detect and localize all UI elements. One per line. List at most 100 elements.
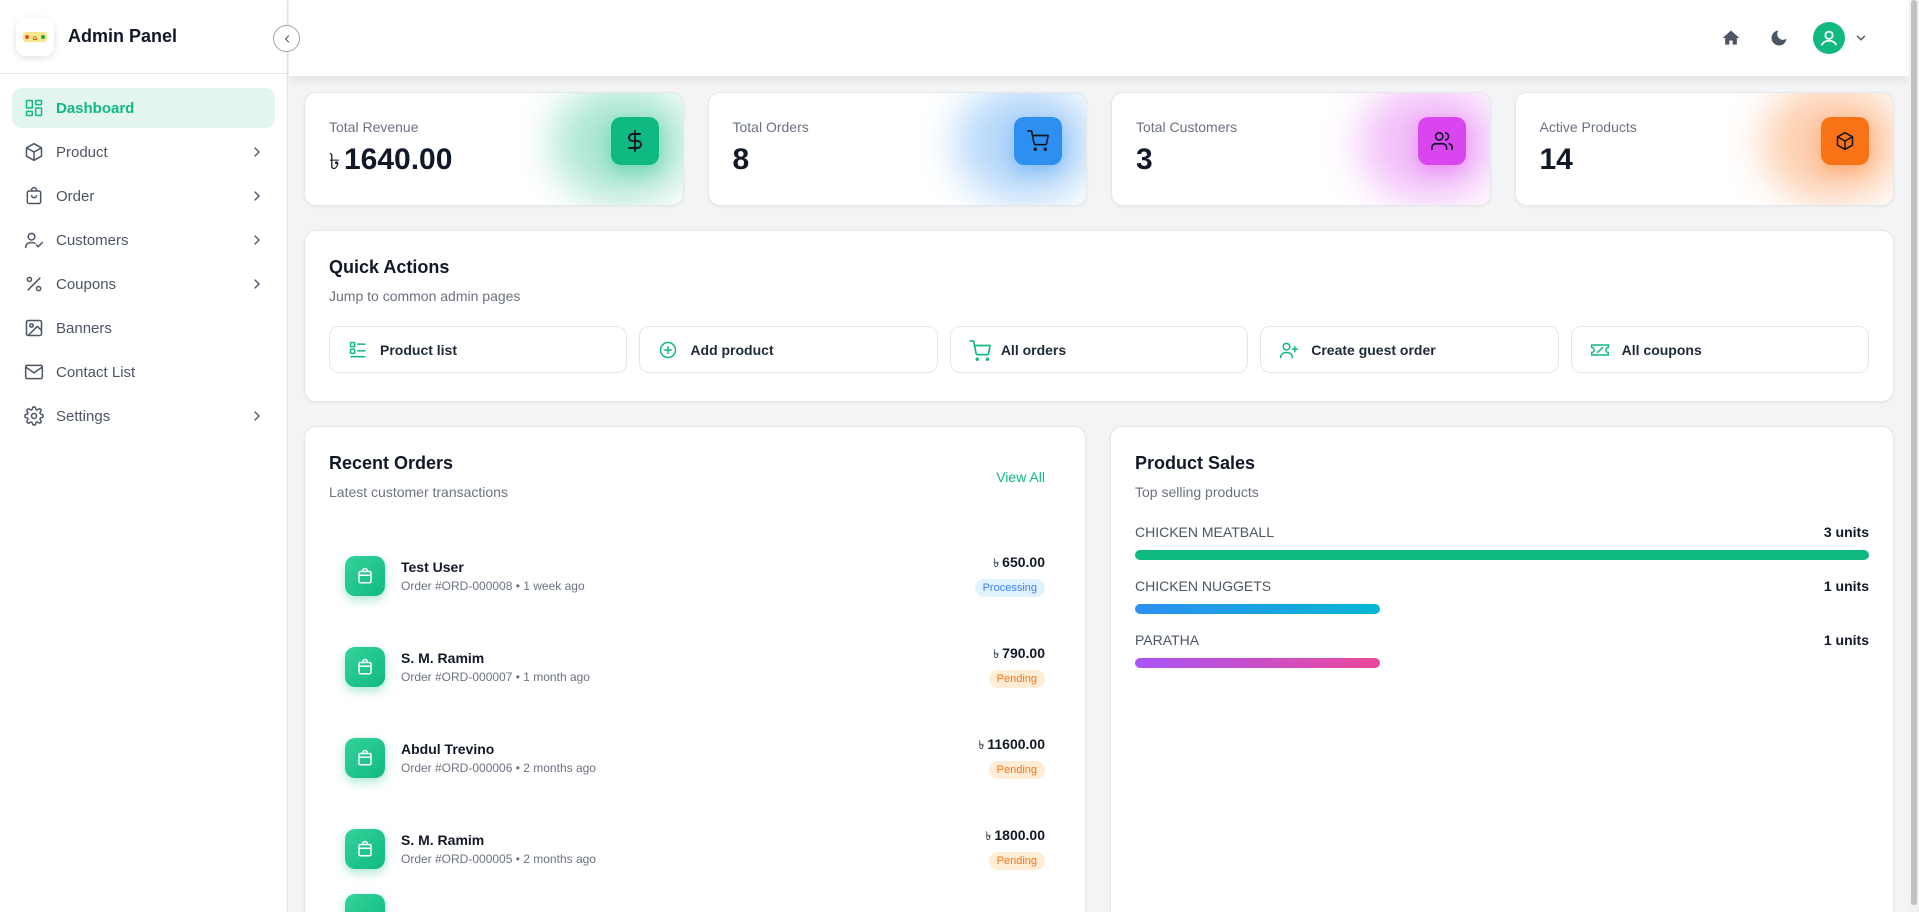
sale-item: CHICKEN MEATBALL 3 units xyxy=(1135,524,1869,560)
quick-action-all-orders[interactable]: All orders xyxy=(949,326,1249,373)
customer-name: S. M. Ramim xyxy=(401,649,485,666)
view-all-link[interactable]: View All xyxy=(996,469,1045,485)
stat-number: 8 xyxy=(732,143,750,176)
top-header xyxy=(289,0,1909,76)
order-row[interactable]: Abdul Trevino Order #ORD-000006 • 2 month… xyxy=(345,712,1045,803)
order-info: S. M. Ramim Order #ORD-000005 • 2 months … xyxy=(401,832,985,866)
shopping-bag-icon xyxy=(24,186,44,206)
customer-name: S. M. Ramim xyxy=(401,831,485,848)
sidebar-item-label: Customers xyxy=(56,231,129,249)
sale-bar xyxy=(1135,550,1869,560)
sale-product-name: PARATHA xyxy=(1135,632,1200,648)
sidebar-item-banners[interactable]: Banners xyxy=(12,308,275,348)
quick-actions-card: Quick Actions Jump to common admin pages… xyxy=(304,230,1894,402)
order-amount: ৳ 11600.00 xyxy=(978,736,1045,757)
cart-icon xyxy=(1014,117,1062,165)
order-summary: ৳ 790.00 Pending xyxy=(988,645,1045,688)
sale-units: 1 units xyxy=(1823,632,1869,648)
stats-row: Total Revenue ৳ 1640.00 Total Orders 8 Total … xyxy=(304,92,1894,206)
quick-action-product-list[interactable]: Product list xyxy=(329,326,628,373)
sale-item: CHICKEN NUGGETS 1 units xyxy=(1135,578,1869,614)
sale-units: 3 units xyxy=(1823,524,1869,540)
amount-value: 1800.00 xyxy=(994,827,1045,843)
users-icon xyxy=(1417,117,1466,165)
quick-action-all-coupons[interactable]: All coupons xyxy=(1570,326,1870,373)
order-info: Abdul Trevino Order #ORD-000006 • 2 month… xyxy=(401,741,978,775)
brand: ⌂ Admin Panel xyxy=(0,0,287,74)
shopping-bag-icon xyxy=(345,555,385,596)
recent-orders-card: Recent Orders Latest customer transactio… xyxy=(304,426,1086,912)
dollar-icon xyxy=(610,117,659,165)
dark-mode-icon[interactable] xyxy=(1765,24,1793,52)
sale-bar-track xyxy=(1135,604,1869,614)
quick-action-label: Product list xyxy=(380,341,458,358)
shopping-bag-icon xyxy=(345,894,385,912)
cart-icon xyxy=(968,339,991,361)
amount-value: 11600.00 xyxy=(987,736,1045,752)
chevron-right-icon xyxy=(249,232,265,248)
sidebar-item-label: Settings xyxy=(56,407,111,425)
recent-orders-subtitle: Latest customer transactions xyxy=(329,484,508,500)
order-meta: Order #ORD-000007 • 1 month ago xyxy=(401,669,590,684)
sale-product-name: CHICKEN NUGGETS xyxy=(1135,578,1272,594)
brand-logo[interactable]: ⌂ xyxy=(16,17,54,56)
chevron-down-icon[interactable] xyxy=(1853,24,1869,52)
amount-value: 790.00 xyxy=(1002,645,1045,661)
quick-action-label: All orders xyxy=(1000,341,1067,358)
sidebar-item-label: Contact List xyxy=(56,363,136,381)
stat-number: 14 xyxy=(1539,143,1573,176)
status-badge: Pending xyxy=(988,852,1045,870)
plus-circle-icon xyxy=(658,340,678,360)
product-sales-list: CHICKEN MEATBALL 3 units CHICKEN NUGGETS 1 … xyxy=(1135,524,1869,668)
sidebar-item-coupons[interactable]: Coupons xyxy=(12,264,275,304)
page-scrollbar[interactable] xyxy=(1909,0,1919,912)
status-badge: Pending xyxy=(988,761,1045,779)
sale-item: PARATHA 1 units xyxy=(1135,632,1869,668)
sidebar-item-order[interactable]: Order xyxy=(12,176,275,216)
sidebar: ⌂ Admin Panel Dashboard Product Order Custo… xyxy=(0,0,288,912)
gear-icon xyxy=(24,406,44,426)
stat-card-active-products: Active Products 14 xyxy=(1514,92,1894,206)
customer-name: Abdul Trevino xyxy=(401,740,495,757)
user-avatar[interactable] xyxy=(1813,22,1845,54)
sidebar-item-settings[interactable]: Settings xyxy=(12,396,275,436)
sidebar-item-contact-list[interactable]: Contact List xyxy=(12,352,275,392)
collapse-sidebar-button[interactable] xyxy=(273,25,300,52)
quick-action-add-product[interactable]: Add product xyxy=(639,326,938,373)
quick-actions-row: Product list Add product All orders Create … xyxy=(329,326,1870,373)
dashboard-icon xyxy=(24,98,44,118)
order-row[interactable]: S. M. Ramim Order #ORD-000007 • 1 month a… xyxy=(345,621,1045,712)
order-summary: ৳ 1800.00 Pending xyxy=(985,827,1045,870)
box-icon xyxy=(24,142,44,162)
sale-product-name: CHICKEN MEATBALL xyxy=(1135,524,1274,540)
product-sales-card: Product Sales Top selling products CHICK… xyxy=(1110,426,1894,912)
shopping-bag-icon xyxy=(345,737,385,778)
currency-symbol: ৳ xyxy=(993,556,1000,570)
currency-symbol: ৳ xyxy=(993,647,1000,661)
quick-action-label: Add product xyxy=(690,341,774,358)
order-row[interactable]: Test User Order #ORD-000008 • 1 week ago ৳… xyxy=(345,530,1045,621)
order-meta: Order #ORD-000005 • 2 months ago xyxy=(401,851,596,866)
product-sales-subtitle: Top selling products xyxy=(1135,484,1259,500)
stat-card-total-revenue: Total Revenue ৳ 1640.00 xyxy=(304,92,684,206)
product-sales-title: Product Sales xyxy=(1135,453,1256,473)
sidebar-item-label: Order xyxy=(56,187,95,205)
sale-bar xyxy=(1135,604,1381,614)
sale-bar xyxy=(1135,658,1381,668)
order-summary: ৳ 11600.00 Pending xyxy=(978,736,1045,779)
quick-action-create-guest-order[interactable]: Create guest order xyxy=(1260,326,1559,373)
home-icon[interactable] xyxy=(1717,24,1745,52)
order-info: Test User Order #ORD-000008 • 1 week ago xyxy=(401,559,975,593)
sidebar-item-dashboard[interactable]: Dashboard xyxy=(12,88,275,128)
shopping-bag-icon xyxy=(345,828,385,869)
sidebar-item-customers[interactable]: Customers xyxy=(12,220,275,260)
stat-card-total-customers: Total Customers 3 xyxy=(1111,92,1491,206)
order-row[interactable]: S. M. Ramim Order #ORD-000005 • 2 months … xyxy=(345,803,1045,894)
main-content: Total Revenue ৳ 1640.00 Total Orders 8 Total … xyxy=(304,92,1894,912)
box-icon xyxy=(1821,117,1869,165)
sidebar-item-product[interactable]: Product xyxy=(12,132,275,172)
stat-number: 1640.00 xyxy=(343,143,453,176)
chevron-right-icon xyxy=(249,144,265,160)
user-plus-icon xyxy=(1279,340,1299,360)
order-amount: ৳ 790.00 xyxy=(989,645,1045,666)
